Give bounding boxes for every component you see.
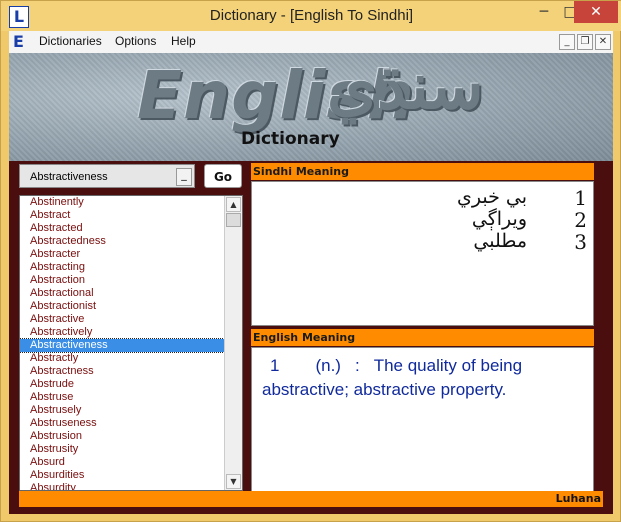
client-area: English سنڌي Dictionary _ Go Abstinently… xyxy=(9,53,613,514)
word-list-item[interactable]: Absurdity xyxy=(20,482,226,490)
scroll-down-arrow-icon[interactable]: ▼ xyxy=(226,474,241,489)
word-list-item[interactable]: Abstruse xyxy=(20,391,226,404)
go-button[interactable]: Go xyxy=(204,164,242,188)
meaning-number: 1 xyxy=(574,186,587,210)
word-list-item[interactable]: Abstracter xyxy=(20,248,226,261)
scroll-thumb[interactable] xyxy=(226,213,241,227)
word-list-item[interactable]: Abstrude xyxy=(20,378,226,391)
word-list-item[interactable]: Absurdities xyxy=(20,469,226,482)
meaning-separator: : xyxy=(354,356,360,375)
menu-bar: E Dictionaries Options Help _ ❐ ✕ xyxy=(9,31,613,54)
sindhi-meaning-text: ويراڳي xyxy=(471,208,527,230)
app-window: L Dictionary - [English To Sindhi] ─ □ ✕… xyxy=(0,0,621,522)
menu-help[interactable]: Help xyxy=(171,34,196,48)
menu-dictionaries[interactable]: Dictionaries xyxy=(39,34,102,48)
dropdown-button[interactable]: _ xyxy=(176,168,192,186)
word-list-item[interactable]: Abstraction xyxy=(20,274,226,287)
word-list-item[interactable]: Abstruseness xyxy=(20,417,226,430)
sindhi-meaning-row: 2 ويراڳي xyxy=(387,208,587,232)
sindhi-meaning-text: مطلبي xyxy=(473,230,527,252)
word-list-item[interactable]: Abstractedness xyxy=(20,235,226,248)
word-list-item[interactable]: Abstracted xyxy=(20,222,226,235)
word-list-item[interactable]: Abstractively xyxy=(20,326,226,339)
sindhi-meaning-text: بي خبري xyxy=(457,186,527,208)
word-list-item[interactable]: Abstractness xyxy=(20,365,226,378)
status-bar: Luhana xyxy=(19,491,603,507)
word-list-item[interactable]: Abstractiveness xyxy=(20,338,227,353)
banner: English سنڌي Dictionary xyxy=(9,53,613,161)
word-list-item[interactable]: Abstractional xyxy=(20,287,226,300)
child-minimize-button[interactable]: _ xyxy=(559,34,575,50)
part-of-speech: (n.) xyxy=(315,356,341,375)
banner-dictionary-text: Dictionary xyxy=(241,129,340,149)
sindhi-meaning-row: 1 بي خبري xyxy=(387,186,587,210)
word-list-item[interactable]: Abstrusely xyxy=(20,404,226,417)
word-list-item[interactable]: Abstractly xyxy=(20,352,226,365)
word-list-item[interactable]: Abstractionist xyxy=(20,300,226,313)
word-list-item[interactable]: Abstracting xyxy=(20,261,226,274)
meaning-number: 3 xyxy=(574,230,587,254)
sindhi-meaning-panel: 1 بي خبري 2 ويراڳي 3 مطلبي xyxy=(251,181,594,326)
sindhi-meaning-row: 3 مطلبي xyxy=(387,230,587,254)
word-list-item[interactable]: Absurd xyxy=(20,456,226,469)
title-bar[interactable]: L Dictionary - [English To Sindhi] ─ □ ✕ xyxy=(1,1,621,31)
meaning-number: 1 xyxy=(270,356,280,375)
sindhi-meaning-header: Sindhi Meaning xyxy=(251,163,594,180)
child-close-button[interactable]: ✕ xyxy=(595,34,611,50)
scroll-up-arrow-icon[interactable]: ▲ xyxy=(226,197,241,212)
english-meaning-text: 1 (n.): The quality of being abstractive; … xyxy=(262,354,562,402)
word-list-item[interactable]: Abstinently xyxy=(20,196,226,209)
author-label: Luhana xyxy=(555,492,601,505)
word-list-item[interactable]: Abstractive xyxy=(20,313,226,326)
child-restore-button[interactable]: ❐ xyxy=(577,34,593,50)
english-meaning-panel: 1 (n.): The quality of being abstractive; … xyxy=(251,347,594,493)
meaning-number: 2 xyxy=(574,208,587,232)
word-list-item[interactable]: Abstrusity xyxy=(20,443,226,456)
english-meaning-header: English Meaning xyxy=(251,329,594,346)
close-button[interactable]: ✕ xyxy=(574,1,618,23)
window-title: Dictionary - [English To Sindhi] xyxy=(209,7,414,24)
search-input[interactable] xyxy=(22,166,182,188)
definition-text: The quality of being abstractive; abstra… xyxy=(262,356,523,399)
menu-options[interactable]: Options xyxy=(115,34,156,48)
word-list-item[interactable]: Abstract xyxy=(20,209,226,222)
word-list[interactable]: Abstinently Abstract Abstracted Abstractedn… xyxy=(19,195,243,491)
word-list-items: Abstinently Abstract Abstracted Abstractedn… xyxy=(20,196,227,490)
banner-sindhi-text: سنڌي xyxy=(327,53,484,124)
word-list-scrollbar[interactable]: ▲ ▼ xyxy=(224,196,242,490)
document-icon[interactable]: E xyxy=(13,33,29,51)
minimize-button[interactable]: ─ xyxy=(530,1,558,23)
word-combo-box[interactable]: _ xyxy=(19,164,195,188)
word-list-item[interactable]: Abstrusion xyxy=(20,430,226,443)
